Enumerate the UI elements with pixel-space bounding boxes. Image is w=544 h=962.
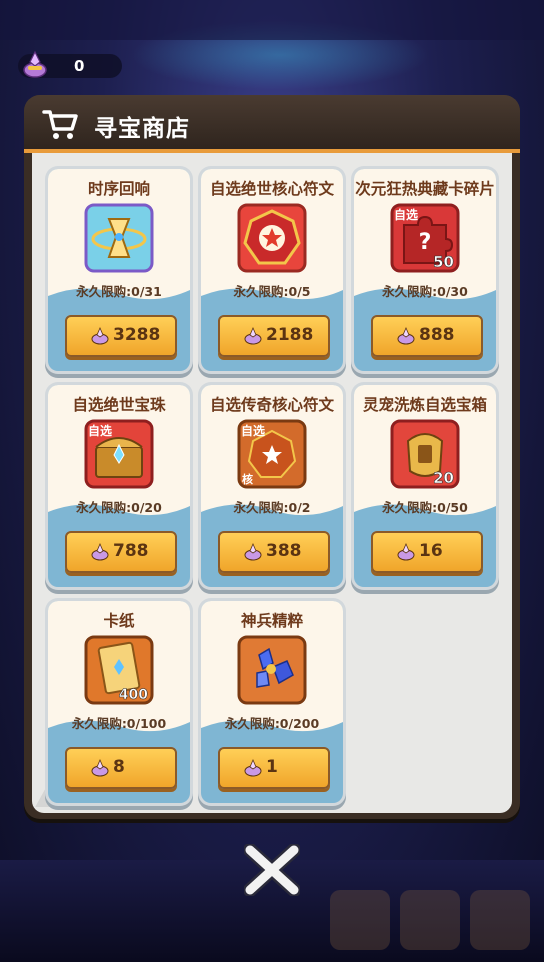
shop-item-card[interactable]: 自选传奇核心符文 自选 核 永久限购:0/2 388 <box>201 385 343 587</box>
item-quantity: 400 <box>119 687 148 703</box>
red-star-rune-icon <box>237 203 307 273</box>
shopping-cart-icon <box>42 110 78 139</box>
shop-item-card[interactable]: 自选绝世核心符文 永久限购:0/5 2188 <box>201 169 343 371</box>
item-quantity: 50 <box>433 253 454 271</box>
crystal-pouch-icon <box>91 759 109 777</box>
item-name: 时序回响 <box>87 180 150 198</box>
background-thumbnail <box>330 890 390 950</box>
shop-item-card[interactable]: 次元狂热典藏卡碎片 ? 自选 50 永久限购:0/30 888 <box>354 169 496 371</box>
buy-button[interactable]: 8 <box>65 747 177 789</box>
buy-button[interactable]: 388 <box>218 531 330 573</box>
purchase-limit: 永久限购:0/5 <box>233 284 311 299</box>
background-top-strip <box>0 0 544 40</box>
crystal-pouch-icon <box>244 759 262 777</box>
price-value: 2188 <box>266 325 314 345</box>
crystal-pouch-icon <box>244 327 262 345</box>
price-value: 16 <box>419 541 443 561</box>
shop-item-card[interactable]: 自选绝世宝珠 自选 永久限购:0/20 788 <box>48 385 190 587</box>
item-tag: 自选 <box>88 423 112 438</box>
card-paper-icon: 400 <box>84 635 154 705</box>
item-name: 自选绝世核心符文 <box>209 180 334 198</box>
shop-panel: 寻宝商店 时序回响 永久限购:0/31 3288 自选绝世核心符文 永久限购:0… <box>24 95 520 819</box>
item-name: 灵宠洗炼自选宝箱 <box>362 396 487 414</box>
shop-item-card[interactable]: 卡纸 400 永久限购:0/100 8 <box>48 601 190 803</box>
item-name: 自选绝世宝珠 <box>72 396 166 414</box>
purchase-limit: 永久限购:0/50 <box>382 500 468 515</box>
item-name: 自选传奇核心符文 <box>209 396 334 414</box>
close-icon[interactable] <box>244 844 300 896</box>
price-value: 388 <box>266 541 302 561</box>
treasure-chest-icon: 自选 <box>84 419 154 489</box>
blue-crystal-icon <box>237 635 307 705</box>
price-value: 788 <box>113 541 149 561</box>
purchase-limit: 永久限购:0/20 <box>76 500 162 515</box>
item-tag: 自选 <box>394 207 418 222</box>
purchase-limit: 永久限购:0/2 <box>233 500 311 515</box>
purchase-limit: 永久限购:0/200 <box>224 716 320 731</box>
crystal-pouch-icon <box>397 327 415 345</box>
item-tag: 自选 <box>241 423 265 438</box>
purchase-limit: 永久限购:0/30 <box>382 284 468 299</box>
hourglass-icon <box>84 203 154 273</box>
svg-text:?: ? <box>419 230 432 255</box>
price-value: 8 <box>113 757 125 777</box>
buy-button[interactable]: 788 <box>65 531 177 573</box>
shop-header: 寻宝商店 <box>24 95 520 153</box>
shop-item-card[interactable]: 灵宠洗炼自选宝箱 20 永久限购:0/50 16 <box>354 385 496 587</box>
buy-button[interactable]: 2188 <box>218 315 330 357</box>
purchase-limit: 永久限购:0/100 <box>71 716 167 731</box>
crystal-pouch-icon <box>397 543 415 561</box>
buy-button[interactable]: 1 <box>218 747 330 789</box>
currency-value: 0 <box>74 57 85 75</box>
background-thumbnail <box>470 890 530 950</box>
price-value: 888 <box>419 325 455 345</box>
background-thumbnail <box>400 890 460 950</box>
orange-core-rune-icon: 自选 核 <box>237 419 307 489</box>
shop-item-card[interactable]: 神兵精粹 永久限购:0/200 1 <box>201 601 343 803</box>
price-value: 3288 <box>113 325 161 345</box>
shop-item-grid: 时序回响 永久限购:0/31 3288 自选绝世核心符文 永久限购:0/5 21… <box>32 153 512 813</box>
crystal-pouch-icon <box>244 543 262 561</box>
shop-item-card[interactable]: 时序回响 永久限购:0/31 3288 <box>48 169 190 371</box>
item-subtag: 核 <box>242 472 253 486</box>
crystal-pouch-icon <box>91 327 109 345</box>
puzzle-piece-icon: ? 自选 50 <box>390 203 460 273</box>
item-name: 次元狂热典藏卡碎片 <box>355 180 495 198</box>
item-name: 卡纸 <box>103 612 135 630</box>
purchase-limit: 永久限购:0/31 <box>76 284 162 299</box>
crystal-pouch-icon <box>23 50 47 78</box>
crystal-pouch-icon <box>91 543 109 561</box>
page-title: 寻宝商店 <box>94 116 190 142</box>
buy-button[interactable]: 888 <box>371 315 483 357</box>
buy-button[interactable]: 3288 <box>65 315 177 357</box>
item-quantity: 20 <box>433 469 454 487</box>
currency-display: 0 <box>18 50 122 78</box>
golden-armor-chest-icon: 20 <box>390 419 460 489</box>
buy-button[interactable]: 16 <box>371 531 483 573</box>
price-value: 1 <box>266 757 278 777</box>
item-name: 神兵精粹 <box>240 612 303 630</box>
